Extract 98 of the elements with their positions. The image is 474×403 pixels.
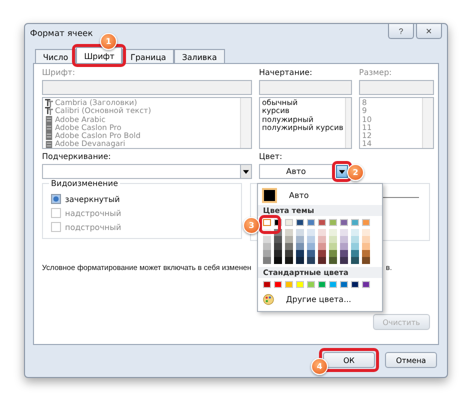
color-swatch[interactable] [329, 281, 337, 288]
step-badge: 2 [347, 164, 364, 181]
color-swatch[interactable] [318, 281, 326, 288]
color-swatch[interactable] [307, 243, 315, 250]
color-swatch[interactable] [340, 229, 348, 236]
color-swatch[interactable] [296, 219, 304, 226]
color-swatch[interactable] [285, 243, 293, 250]
color-swatch[interactable] [318, 250, 326, 257]
color-swatch[interactable] [296, 229, 304, 236]
color-swatch[interactable] [307, 219, 315, 226]
caret-icon [243, 170, 249, 174]
palette-icon [263, 294, 274, 305]
color-swatch[interactable] [285, 219, 293, 226]
color-swatch[interactable] [285, 257, 293, 264]
color-swatch[interactable] [351, 219, 359, 226]
scrollbar[interactable] [345, 98, 351, 148]
underline-dropdown[interactable] [42, 164, 252, 179]
color-swatch[interactable] [340, 250, 348, 257]
color-swatch[interactable] [274, 236, 282, 243]
color-swatch[interactable] [340, 281, 348, 288]
size-input-field[interactable] [359, 80, 434, 95]
window-title: Формат ячеек [30, 29, 93, 39]
color-swatch[interactable] [340, 243, 348, 250]
style-input-field[interactable] [259, 80, 352, 95]
color-swatch[interactable] [307, 236, 315, 243]
more-colors-option[interactable]: Другие цвета... [286, 295, 352, 304]
color-swatch[interactable] [296, 257, 304, 264]
color-swatch[interactable] [307, 229, 315, 236]
color-swatch[interactable] [263, 236, 271, 243]
step-badge: 1 [100, 33, 118, 50]
color-swatch[interactable] [274, 243, 282, 250]
color-swatch[interactable] [318, 236, 326, 243]
auto-color-option[interactable]: Авто [258, 186, 382, 205]
color-swatch[interactable] [296, 250, 304, 257]
color-swatch[interactable] [296, 281, 304, 288]
field-label: Шрифт: [42, 68, 76, 78]
color-swatch[interactable] [274, 281, 282, 288]
help-button[interactable]: ? [388, 24, 414, 39]
color-dropdown[interactable]: Авто [259, 164, 333, 179]
caret-icon [339, 170, 345, 174]
color-swatch[interactable] [340, 257, 348, 264]
color-swatch[interactable] [329, 219, 337, 226]
color-swatch[interactable] [318, 219, 326, 226]
color-swatch[interactable] [362, 281, 370, 288]
color-swatch[interactable] [351, 229, 359, 236]
color-swatch[interactable] [351, 236, 359, 243]
color-swatch[interactable] [351, 250, 359, 257]
checkbox-label[interactable]: зачеркнутый [65, 194, 120, 204]
color-swatch[interactable] [318, 243, 326, 250]
color-swatch[interactable] [329, 257, 337, 264]
scrollbar[interactable] [422, 98, 433, 148]
color-swatch[interactable] [362, 236, 370, 243]
tab[interactable]: Заливка [174, 49, 225, 64]
color-swatch[interactable] [307, 250, 315, 257]
color-swatch[interactable] [329, 229, 337, 236]
color-swatch[interactable] [351, 243, 359, 250]
scrollbar[interactable] [240, 98, 251, 148]
color-swatch[interactable] [274, 257, 282, 264]
checkbox[interactable] [51, 194, 61, 204]
dropdown-button[interactable] [336, 165, 348, 178]
color-swatch[interactable] [285, 236, 293, 243]
color-swatch[interactable] [307, 257, 315, 264]
color-swatch[interactable] [340, 236, 348, 243]
group-title: Видоизменение [49, 179, 120, 188]
color-swatch[interactable] [362, 257, 370, 264]
field-label: Размер: [359, 68, 393, 78]
color-swatch[interactable] [263, 243, 271, 250]
color-swatch[interactable] [318, 229, 326, 236]
color-swatch [262, 188, 277, 203]
color-swatch[interactable] [362, 219, 370, 226]
color-swatch[interactable] [263, 257, 271, 264]
field-label: Цвет: [259, 152, 284, 162]
color-swatch[interactable] [285, 250, 293, 257]
color-swatch[interactable] [340, 219, 348, 226]
color-swatch[interactable] [263, 219, 271, 226]
color-swatch[interactable] [329, 243, 337, 250]
field-label: Начертание: [259, 68, 314, 78]
font-input-field[interactable] [42, 80, 252, 95]
color-swatch[interactable] [296, 236, 304, 243]
color-swatch[interactable] [285, 281, 293, 288]
color-swatch[interactable] [362, 243, 370, 250]
color-swatch[interactable] [263, 281, 271, 288]
color-swatch[interactable] [263, 250, 271, 257]
color-swatch[interactable] [329, 250, 337, 257]
color-swatch[interactable] [318, 257, 326, 264]
color-swatch[interactable] [329, 236, 337, 243]
step-badge: 4 [311, 358, 328, 375]
color-swatch[interactable] [362, 250, 370, 257]
color-swatch[interactable] [296, 243, 304, 250]
close-button[interactable]: ✕ [416, 24, 442, 39]
color-swatch[interactable] [274, 250, 282, 257]
color-swatch[interactable] [362, 229, 370, 236]
color-swatch[interactable] [351, 281, 359, 288]
color-swatch[interactable] [351, 257, 359, 264]
color-swatch[interactable] [307, 281, 315, 288]
field-label: Подчеркивание: [42, 152, 112, 162]
tab[interactable]: Шрифт [76, 47, 122, 64]
color-swatch[interactable] [285, 229, 293, 236]
